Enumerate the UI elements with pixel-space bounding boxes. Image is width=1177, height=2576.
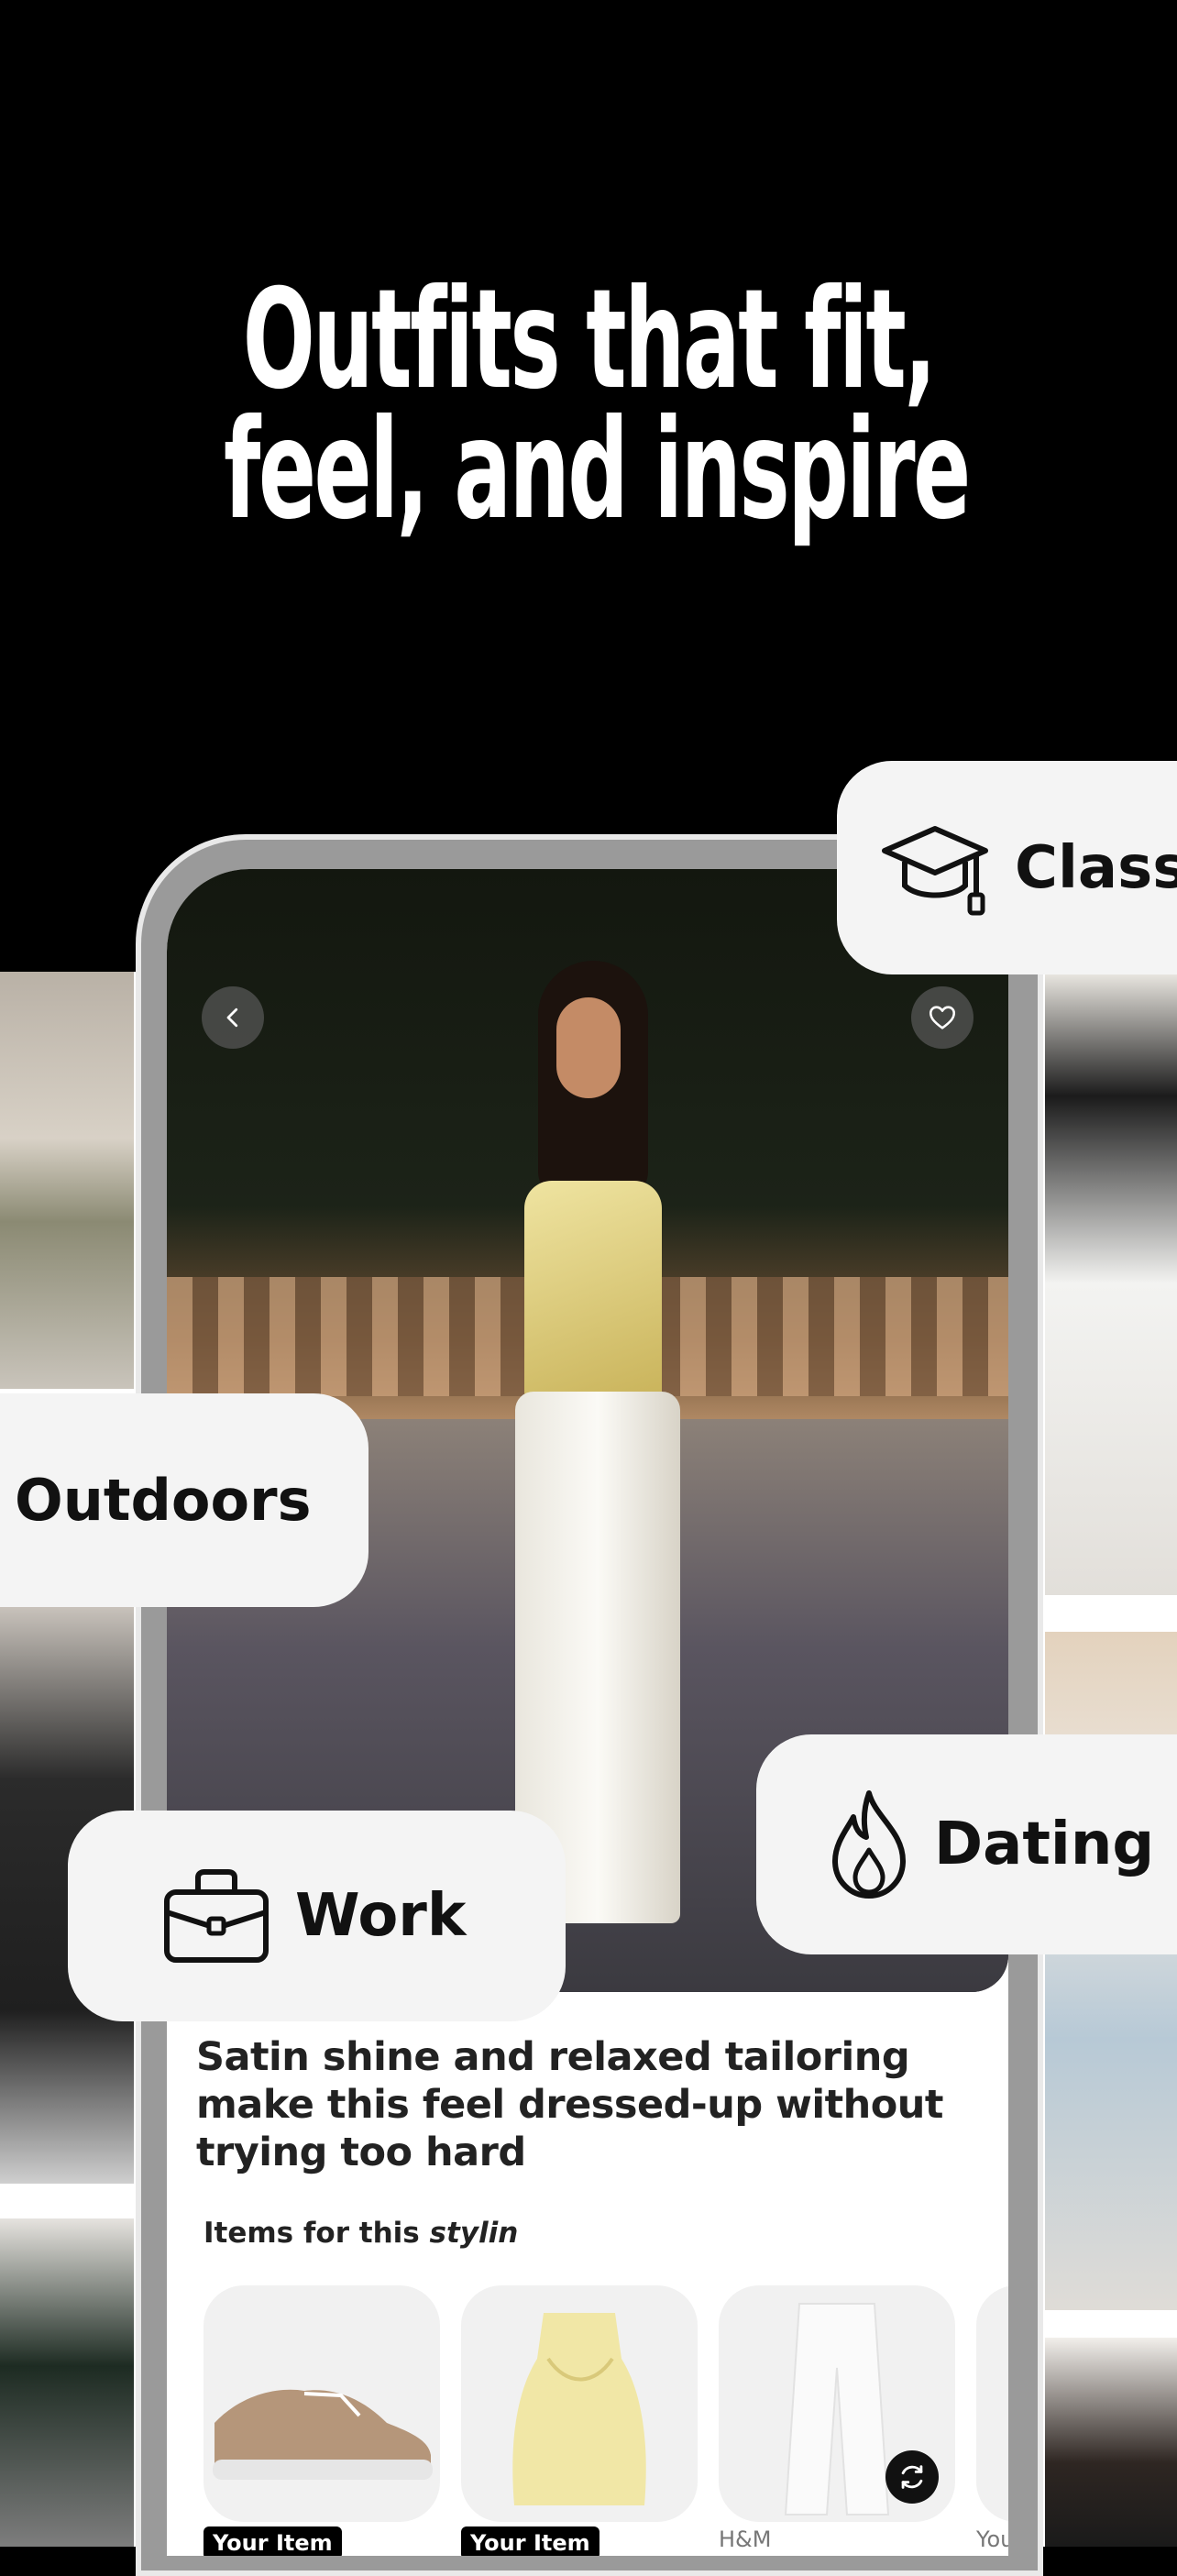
chevron-left-icon <box>226 1007 238 1028</box>
item-card-trousers[interactable] <box>719 2285 955 2522</box>
category-chip-work[interactable]: Work <box>68 1811 566 2021</box>
category-chip-outdoors[interactable]: Outdoors <box>0 1393 368 1607</box>
model-satin-top <box>524 1181 662 1401</box>
model-face <box>556 997 621 1098</box>
graduation-cap-icon <box>882 825 988 915</box>
swap-item-button[interactable] <box>886 2450 939 2504</box>
hero-line-1: Outfits that fit, <box>242 260 937 420</box>
side-outfit-photo <box>1045 2338 1177 2547</box>
favorite-button[interactable] <box>911 986 974 1049</box>
item-card-sneaker[interactable] <box>204 2285 440 2522</box>
back-button[interactable] <box>202 986 264 1049</box>
side-outfit-photo <box>1045 972 1177 1595</box>
items-section-title: Items for this stylin <box>204 2217 518 2250</box>
items-title-prefix: Items for this <box>204 2217 430 2250</box>
chip-label-classes: Classe <box>1015 833 1177 902</box>
outfit-caption: Satin shine and relaxed tailoring make t… <box>196 2034 943 2175</box>
hero-line-2: feel, and inspire <box>223 391 971 550</box>
chip-label-outdoors: Outdoors <box>15 1467 312 1534</box>
side-outfit-photo <box>0 2218 134 2547</box>
side-outfit-photo <box>1045 1632 1177 2310</box>
heart-icon <box>929 1006 956 1029</box>
phone-screen: Satin shine and relaxed tailoring make t… <box>167 869 1008 2556</box>
item-label: Your Item <box>204 2526 342 2556</box>
category-chip-classes[interactable]: Classe <box>837 761 1177 974</box>
flame-icon <box>832 1790 906 1899</box>
category-chip-dating[interactable]: Dating <box>756 1734 1177 1954</box>
item-card-top[interactable] <box>461 2285 698 2522</box>
hero-headline: Outfits that fit, feel, and inspire <box>0 260 1177 550</box>
item-label: Your Item <box>461 2526 600 2556</box>
item-brand: H&M <box>719 2526 772 2552</box>
halter-top-image <box>512 2313 646 2505</box>
chip-label-dating: Dating <box>934 1811 1155 1878</box>
item-brand: You <box>976 2526 1008 2552</box>
item-card-partial[interactable] <box>976 2285 1008 2522</box>
chip-label-work: Work <box>295 1882 467 1950</box>
model-figure <box>469 961 708 1923</box>
items-title-emphasis: stylin <box>429 2217 519 2250</box>
side-outfit-photo <box>0 972 134 1389</box>
sneaker-image <box>213 2389 433 2480</box>
refresh-icon <box>901 2465 923 2489</box>
briefcase-icon <box>164 1869 269 1963</box>
